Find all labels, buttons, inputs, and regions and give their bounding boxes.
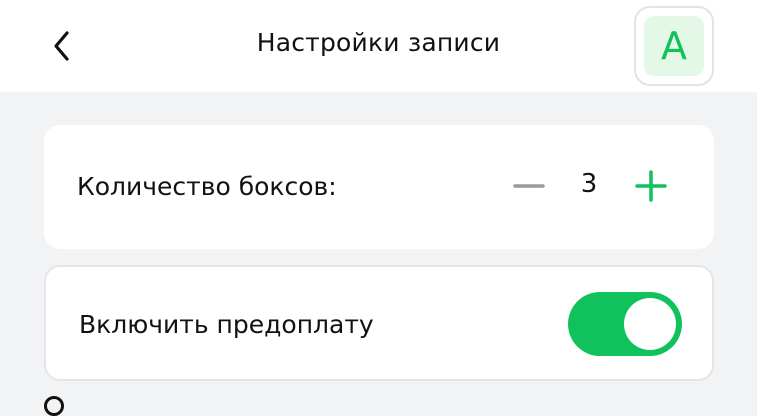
top-bar: Настройки записи А — [0, 0, 757, 92]
boxes-count-label: Количество боксов: — [77, 172, 337, 201]
avatar-button[interactable]: А — [634, 6, 714, 86]
next-item-glyph — [44, 396, 64, 416]
prepayment-card: Включить предоплату — [44, 265, 714, 381]
prepayment-toggle[interactable] — [568, 292, 682, 356]
minus-icon — [513, 184, 545, 188]
toggle-knob — [624, 298, 676, 350]
boxes-count-value: 3 — [580, 169, 598, 199]
decrement-button[interactable] — [512, 169, 546, 203]
boxes-count-card: Количество боксов: 3 — [44, 125, 714, 249]
plus-icon — [635, 170, 667, 202]
increment-button[interactable] — [634, 169, 668, 203]
avatar: А — [644, 16, 704, 76]
prepayment-label: Включить предоплату — [79, 310, 374, 339]
